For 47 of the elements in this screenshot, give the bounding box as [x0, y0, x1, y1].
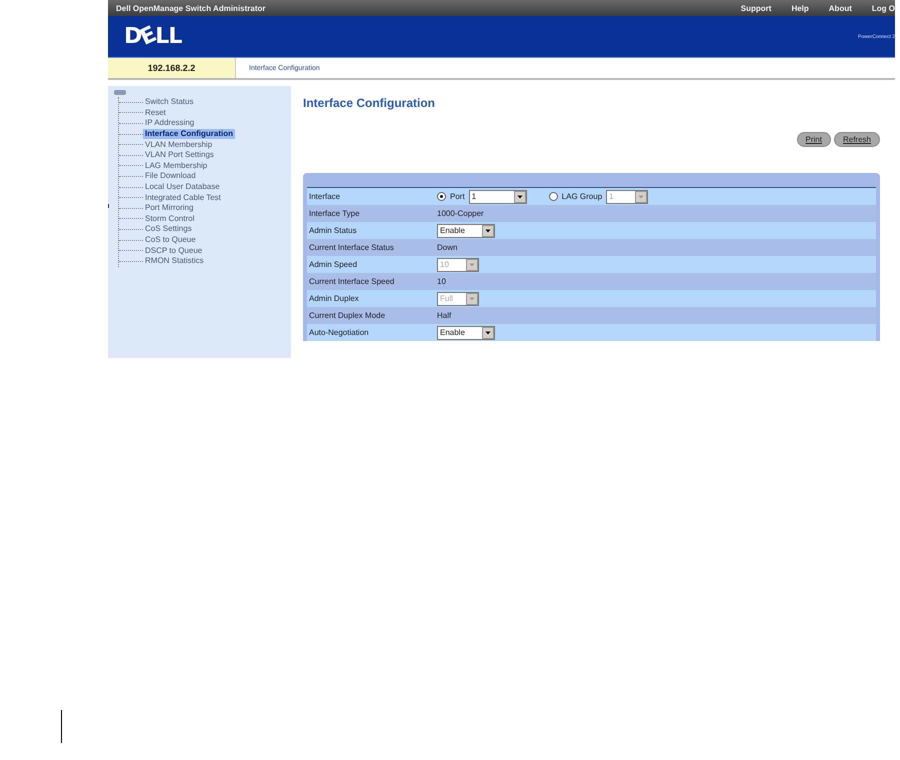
field-label: Current Duplex Mode: [308, 311, 386, 320]
nav-item[interactable]: File Download: [143, 171, 198, 182]
nav-item[interactable]: VLAN Port Settings: [143, 150, 216, 160]
field-value: Half: [437, 311, 452, 320]
nav-item[interactable]: CoS Settings: [143, 224, 194, 234]
nav-item[interactable]: Reset: [143, 108, 168, 118]
top-link[interactable]: Support: [740, 4, 772, 12]
app-title: Dell OpenManage Switch Administrator: [116, 4, 267, 12]
radio-button[interactable]: [548, 192, 558, 201]
top-link[interactable]: Log O: [872, 4, 895, 12]
field-value: 10: [437, 277, 446, 286]
nav-item[interactable]: VLAN Membership: [143, 140, 214, 150]
dropdown[interactable]: Enable: [437, 224, 495, 238]
nav-item[interactable]: Switch Status: [143, 97, 196, 108]
dropdown[interactable]: Enable: [437, 326, 495, 340]
top-link[interactable]: About: [828, 4, 852, 12]
field-label: Interface: [308, 192, 342, 201]
top-link[interactable]: Help: [791, 4, 809, 12]
field-value: 1000-Copper: [437, 209, 484, 218]
nav-item[interactable]: LAG Membership: [143, 160, 210, 171]
logo: DELL: [124, 24, 182, 49]
nav-item[interactable]: RMON Statistics: [143, 256, 206, 266]
field-label: Current Interface Speed: [308, 277, 396, 286]
action-button[interactable]: Print: [796, 132, 831, 147]
dropdown[interactable]: 1: [468, 190, 527, 204]
nav-item[interactable]: Storm Control: [143, 214, 196, 224]
nav-item[interactable]: IP Addressing: [143, 118, 196, 128]
nav-item[interactable]: Interface Configuration: [143, 129, 236, 140]
field-label: Admin Status: [308, 226, 358, 235]
radio-button[interactable]: [437, 192, 446, 201]
radio-label: Port: [450, 192, 465, 201]
action-button[interactable]: Refresh: [834, 132, 880, 147]
nav-item[interactable]: DSCP to Queue: [143, 246, 204, 256]
field-label: Current Interface Status: [308, 243, 395, 252]
page-title: Interface Configuration: [303, 96, 436, 110]
field-label: Admin Speed: [308, 260, 358, 269]
field-value: Down: [437, 243, 458, 252]
field-label: Auto-Negotiation: [308, 328, 370, 337]
field-label: Admin Duplex: [308, 294, 360, 303]
ip-address: 192.168.2.2: [108, 58, 236, 78]
nav-item[interactable]: CoS to Queue: [143, 235, 198, 246]
radio-label: LAG Group: [562, 192, 602, 201]
field-label: Interface Type: [308, 209, 361, 218]
nav-item[interactable]: Port Mirroring: [143, 203, 196, 214]
nav-item[interactable]: Local User Database: [143, 182, 222, 192]
tree-root-icon: [114, 90, 126, 95]
nav-item[interactable]: Integrated Cable Test: [143, 192, 223, 203]
